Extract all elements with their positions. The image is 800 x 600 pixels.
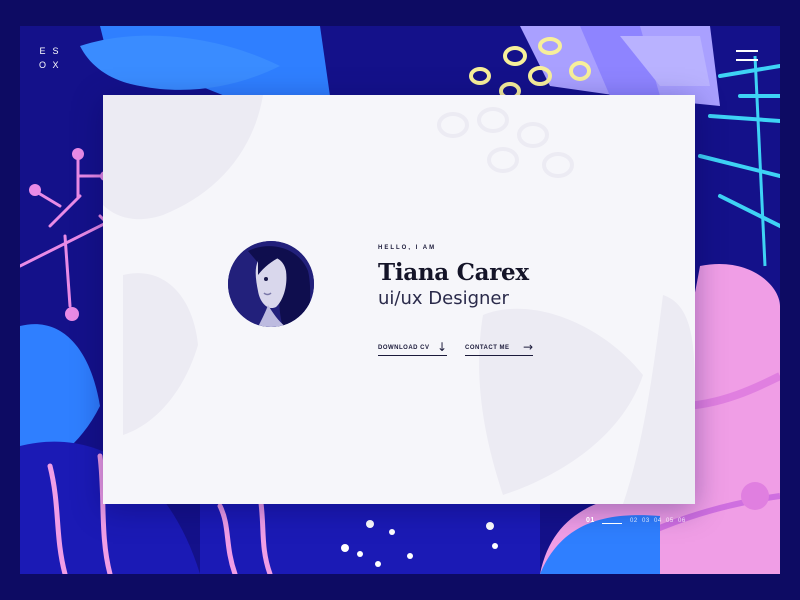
cta-row: DOWNLOAD CV ↓ CONTACT ME → (378, 340, 558, 359)
pager-item[interactable]: 06 (678, 518, 686, 524)
pager-active-line (602, 523, 622, 524)
pager-item[interactable]: 03 (642, 518, 650, 524)
download-cv-label: DOWNLOAD CV (378, 345, 430, 351)
logo-letter: O (38, 60, 46, 70)
hamburger-menu-icon[interactable] (736, 47, 760, 63)
logo-letter: E (39, 46, 46, 56)
page-frame: ES OX HELLO, I AM Tiana Carex ui/ux Desi… (20, 26, 780, 574)
hero-card: HELLO, I AM Tiana Carex ui/ux Designer D… (103, 95, 695, 504)
portrait-image (228, 241, 314, 327)
menu-bar (736, 59, 758, 61)
profile-photo (228, 241, 314, 327)
pager-item[interactable]: 05 (666, 518, 674, 524)
person-role: ui/ux Designer (378, 288, 509, 309)
pager-item[interactable]: 02 (630, 518, 638, 524)
logo-letter: X (52, 60, 59, 70)
menu-bar (736, 50, 758, 52)
contact-me-button[interactable]: CONTACT ME → (465, 340, 533, 356)
pager-item-active[interactable]: 01 (586, 517, 595, 524)
arrow-down-icon: ↓ (436, 340, 447, 354)
contact-me-label: CONTACT ME (465, 345, 510, 351)
download-cv-button[interactable]: DOWNLOAD CV ↓ (378, 340, 447, 356)
greeting-label: HELLO, I AM (378, 245, 437, 251)
person-name: Tiana Carex (378, 259, 529, 286)
logo-letter: S (52, 46, 59, 56)
brand-logo[interactable]: ES OX (36, 44, 66, 72)
arrow-right-icon: → (522, 340, 533, 354)
intro-text: HELLO, I AM Tiana Carex ui/ux Designer (378, 245, 529, 309)
pager-item[interactable]: 04 (654, 518, 662, 524)
